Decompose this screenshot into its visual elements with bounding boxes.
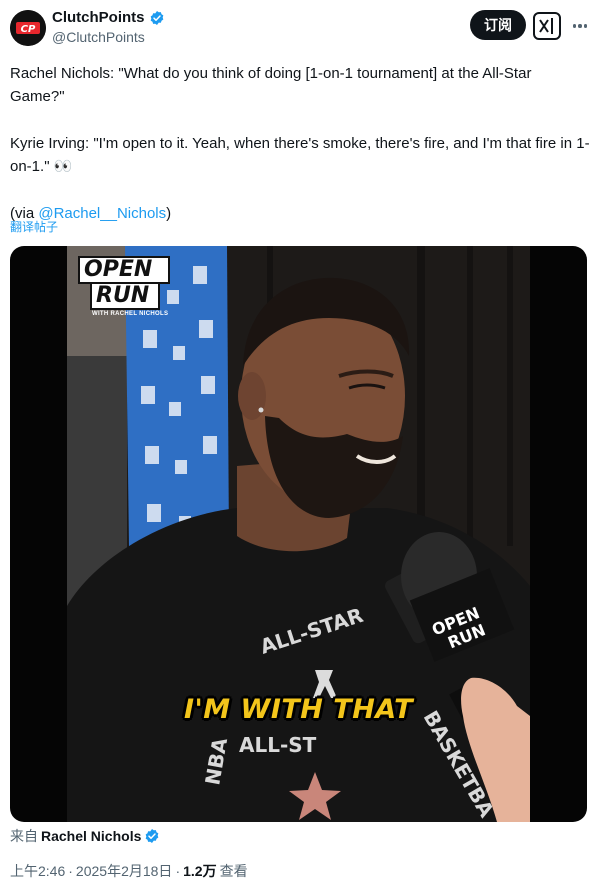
more-dot	[578, 24, 582, 28]
translate-post-link[interactable]: 翻译帖子	[10, 218, 58, 235]
author-name-row: ClutchPoints	[52, 9, 165, 26]
meta-separator: ·	[175, 863, 181, 879]
tweet-date[interactable]: 2025年2月18日	[76, 861, 173, 881]
verified-badge-icon	[150, 10, 163, 25]
shirt-text: ALL-ST	[239, 733, 317, 757]
meta-separator: ·	[68, 863, 73, 879]
subscribe-button[interactable]: 订阅	[470, 10, 526, 40]
author-display-name[interactable]: ClutchPoints	[52, 9, 145, 26]
views-count: 1.2万	[183, 863, 217, 879]
source-attribution: 来自 Rachel Nichols	[10, 826, 160, 846]
via-suffix: )	[166, 205, 172, 222]
author-handle[interactable]: @ClutchPoints	[52, 29, 145, 45]
verified-badge-icon	[146, 829, 159, 843]
views-label: 查看	[219, 863, 248, 879]
clutchpoints-logo-icon: CP	[10, 10, 46, 46]
tweet-meta: 上午2:46 · 2025年2月18日 · 1.2万 查看	[10, 861, 248, 881]
tweet-header: CP ClutchPoints @ClutchPoints 订阅	[0, 0, 600, 56]
source-prefix: 来自	[10, 828, 38, 844]
via-line: (via @Rachel__Nichols)	[10, 202, 590, 225]
more-horizontal-icon	[572, 24, 577, 28]
video-still: ALL-STAR ALL-ST BASKETBA NBA OPEN RUN	[67, 246, 530, 822]
source-name-link[interactable]: Rachel Nichols	[41, 828, 141, 844]
video-player[interactable]: ALL-STAR ALL-ST BASKETBA NBA OPEN RUN OP…	[10, 246, 587, 822]
avatar[interactable]: CP	[10, 10, 46, 46]
grok-icon	[539, 18, 553, 34]
logo-text: RUN	[90, 282, 160, 310]
svg-text:CP: CP	[21, 24, 36, 35]
tweet-text: Rachel Nichols: "What do you think of do…	[10, 62, 590, 225]
tweet-paragraph: Kyrie Irving: "I'm open to it. Yeah, whe…	[10, 135, 590, 175]
logo-text: OPEN	[78, 256, 170, 284]
more-options-button[interactable]	[568, 14, 592, 38]
logo-subtitle: WITH RACHEL NICHOLS	[92, 311, 169, 317]
tweet-paragraph: Rachel Nichols: "What do you think of do…	[10, 65, 532, 105]
open-run-logo: OPEN RUN WITH RACHEL NICHOLS	[78, 256, 170, 317]
tweet-time[interactable]: 上午2:46	[10, 861, 65, 881]
grok-button[interactable]	[533, 12, 561, 40]
video-caption: I'M WITH THAT	[183, 694, 414, 725]
more-dot	[583, 24, 588, 28]
video-frame: ALL-STAR ALL-ST BASKETBA NBA OPEN RUN	[67, 246, 530, 822]
